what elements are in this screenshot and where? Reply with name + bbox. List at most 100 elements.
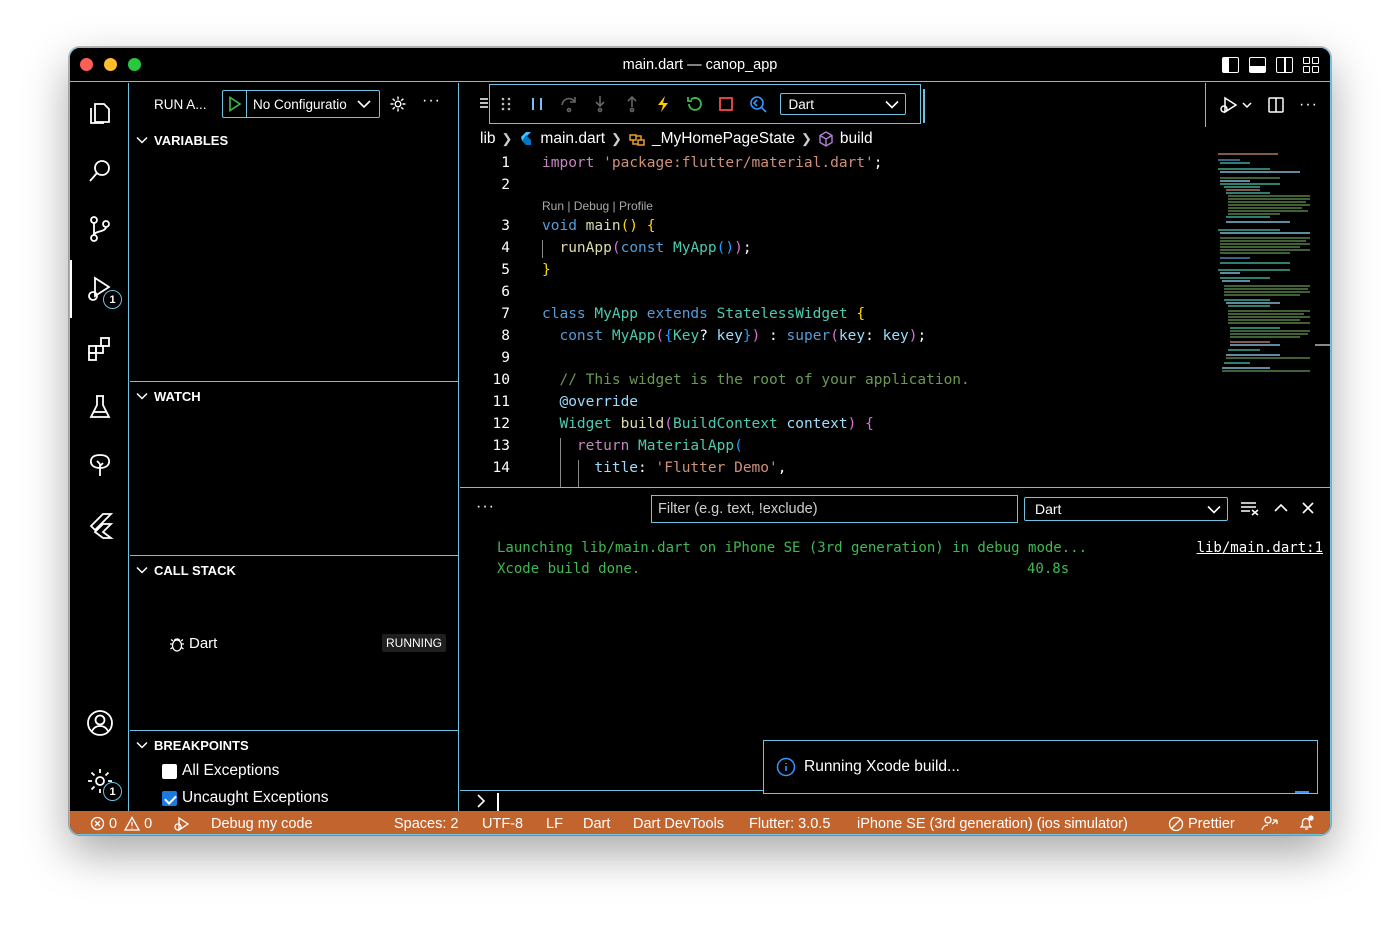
window-title: main.dart — canop_app bbox=[622, 57, 778, 73]
extensions-icon[interactable] bbox=[82, 331, 118, 367]
breakpoint-label: Uncaught Exceptions bbox=[182, 789, 329, 806]
breadcrumb-item[interactable]: _MyHomePageState bbox=[652, 130, 795, 148]
clear-output-icon[interactable] bbox=[1240, 500, 1260, 516]
line-number: 11 bbox=[492, 394, 510, 410]
variables-section-header[interactable]: VARIABLES bbox=[130, 128, 458, 152]
more-actions-icon[interactable]: ··· bbox=[1299, 96, 1318, 114]
chevron-right-icon: ❯ bbox=[611, 131, 622, 146]
breadcrumb-item[interactable]: lib bbox=[480, 130, 496, 148]
manage-gear-icon[interactable]: 1 bbox=[82, 763, 122, 801]
editor-scrollbar[interactable] bbox=[1315, 344, 1330, 346]
prettier-status[interactable]: Prettier bbox=[1168, 816, 1235, 832]
live-share-icon[interactable] bbox=[1261, 815, 1279, 832]
source-control-icon[interactable] bbox=[82, 211, 118, 247]
output-channel-label: Dart bbox=[1035, 501, 1062, 517]
flutter-version-status[interactable]: Flutter: 3.0.5 bbox=[749, 816, 830, 832]
output-filter-input[interactable]: Filter (e.g. text, !exclude) bbox=[651, 495, 1018, 523]
variables-title: VARIABLES bbox=[154, 132, 229, 148]
codelens-run-debug-profile[interactable]: Run | Debug | Profile bbox=[542, 199, 653, 213]
debug-session-select[interactable]: Dart bbox=[779, 93, 906, 115]
toggle-panel-icon[interactable] bbox=[1249, 57, 1266, 73]
devtools-status[interactable]: Dart DevTools bbox=[633, 816, 724, 832]
toolbar-edge bbox=[923, 89, 925, 123]
code-line: 5 } bbox=[460, 259, 1200, 281]
debug-config-label: Debug my code bbox=[211, 815, 313, 832]
code-line: 14 title: 'Flutter Demo', bbox=[460, 457, 1200, 479]
notification-toast[interactable]: Running Xcode build... bbox=[763, 740, 1318, 794]
watch-section-header[interactable]: WATCH bbox=[130, 384, 458, 408]
breakpoints-title: BREAKPOINTS bbox=[154, 737, 249, 753]
language-status[interactable]: Dart bbox=[583, 816, 610, 832]
indentation-status[interactable]: Spaces: 2 bbox=[394, 816, 459, 832]
chevron-right-icon: ❯ bbox=[501, 131, 513, 146]
run-debug-dropdown-icon[interactable] bbox=[1219, 95, 1253, 115]
launch-config-label: No Configuratio bbox=[253, 96, 347, 112]
notifications-bell-icon[interactable] bbox=[1298, 815, 1315, 832]
breadcrumb-item[interactable]: main.dart bbox=[540, 130, 605, 148]
line-number: 13 bbox=[492, 438, 510, 454]
pause-button[interactable] bbox=[522, 89, 554, 119]
breakpoints-section-header[interactable]: BREAKPOINTS bbox=[130, 733, 458, 757]
open-launch-json-gear-icon[interactable] bbox=[389, 95, 407, 113]
search-icon[interactable] bbox=[82, 153, 118, 189]
chevron-down-icon bbox=[357, 100, 371, 109]
uncaught-exceptions-checkbox[interactable] bbox=[162, 790, 177, 806]
run-and-debug-icon[interactable]: 1 bbox=[82, 271, 122, 309]
drag-handle-icon[interactable] bbox=[490, 89, 522, 119]
line-number: 6 bbox=[501, 284, 510, 300]
output-source-link[interactable]: lib/main.dart:1 bbox=[1197, 540, 1323, 556]
flutter-icon[interactable] bbox=[82, 507, 118, 543]
debug-status[interactable]: Debug my code bbox=[173, 816, 313, 832]
open-devtools-button[interactable] bbox=[742, 89, 774, 119]
output-channel-select[interactable]: Dart bbox=[1024, 497, 1228, 521]
stop-button[interactable] bbox=[711, 89, 743, 119]
code-editor[interactable]: 1 import 'package:flutter/material.dart'… bbox=[460, 152, 1200, 487]
debug-console-input[interactable] bbox=[460, 790, 763, 812]
line-number: 5 bbox=[501, 262, 510, 278]
panel-more-icon[interactable]: ··· bbox=[476, 498, 495, 516]
explorer-icon[interactable] bbox=[82, 95, 118, 131]
close-panel-icon[interactable] bbox=[1302, 502, 1314, 514]
prettier-label: Prettier bbox=[1188, 815, 1235, 832]
call-stack-session[interactable]: Dart RUNNING bbox=[130, 632, 458, 656]
call-stack-section-header[interactable]: CALL STACK bbox=[130, 558, 458, 582]
hot-reload-button[interactable] bbox=[648, 89, 680, 119]
maximize-panel-icon[interactable] bbox=[1274, 503, 1288, 513]
tab-list-icon[interactable] bbox=[480, 97, 488, 111]
chevron-down-icon bbox=[884, 100, 899, 109]
start-debugging-button[interactable] bbox=[223, 91, 247, 117]
breakpoint-uncaught-exceptions[interactable]: Uncaught Exceptions bbox=[162, 786, 328, 810]
testing-icon[interactable] bbox=[82, 389, 118, 425]
encoding-status[interactable]: UTF-8 bbox=[482, 816, 523, 832]
step-into-button[interactable] bbox=[585, 89, 617, 119]
step-out-button[interactable] bbox=[616, 89, 648, 119]
section-divider bbox=[130, 381, 458, 382]
tree-icon[interactable] bbox=[82, 447, 118, 483]
breakpoint-all-exceptions[interactable]: All Exceptions bbox=[162, 759, 279, 783]
device-status[interactable]: iPhone SE (3rd generation) (ios simulato… bbox=[857, 816, 1128, 832]
toggle-primary-sidebar-icon[interactable] bbox=[1222, 57, 1239, 73]
toggle-secondary-sidebar-icon[interactable] bbox=[1276, 57, 1293, 73]
step-over-button[interactable] bbox=[553, 89, 585, 119]
output-line: Launching lib/main.dart on iPhone SE (3r… bbox=[497, 540, 1088, 556]
chevron-right-icon: ❯ bbox=[800, 131, 812, 146]
all-exceptions-checkbox[interactable] bbox=[162, 763, 177, 779]
problems-status[interactable]: 0 0 bbox=[90, 816, 152, 832]
run-debug-header: RUN A... No Configuratio ··· bbox=[130, 83, 458, 127]
output-duration: 40.8s bbox=[1027, 561, 1070, 577]
eol-status[interactable]: LF bbox=[546, 816, 563, 832]
minimap[interactable] bbox=[1210, 152, 1320, 392]
output-line: Xcode build done. bbox=[497, 561, 641, 577]
more-actions-icon[interactable]: ··· bbox=[422, 92, 441, 110]
split-editor-icon[interactable] bbox=[1267, 96, 1285, 114]
vscode-window: main.dart — canop_app 1 1 RUN A... No Co… bbox=[69, 47, 1331, 835]
launch-config-picker[interactable]: No Configuratio bbox=[222, 90, 380, 118]
debug-run-icon bbox=[174, 816, 190, 831]
customize-layout-icon[interactable] bbox=[1303, 57, 1320, 73]
accounts-icon[interactable] bbox=[82, 705, 118, 741]
line-number: 8 bbox=[501, 328, 510, 344]
restart-button[interactable] bbox=[679, 89, 711, 119]
line-number: 3 bbox=[501, 218, 510, 234]
breadcrumb-item[interactable]: build bbox=[840, 130, 873, 148]
code-line: 13 return MaterialApp( bbox=[460, 435, 1200, 457]
